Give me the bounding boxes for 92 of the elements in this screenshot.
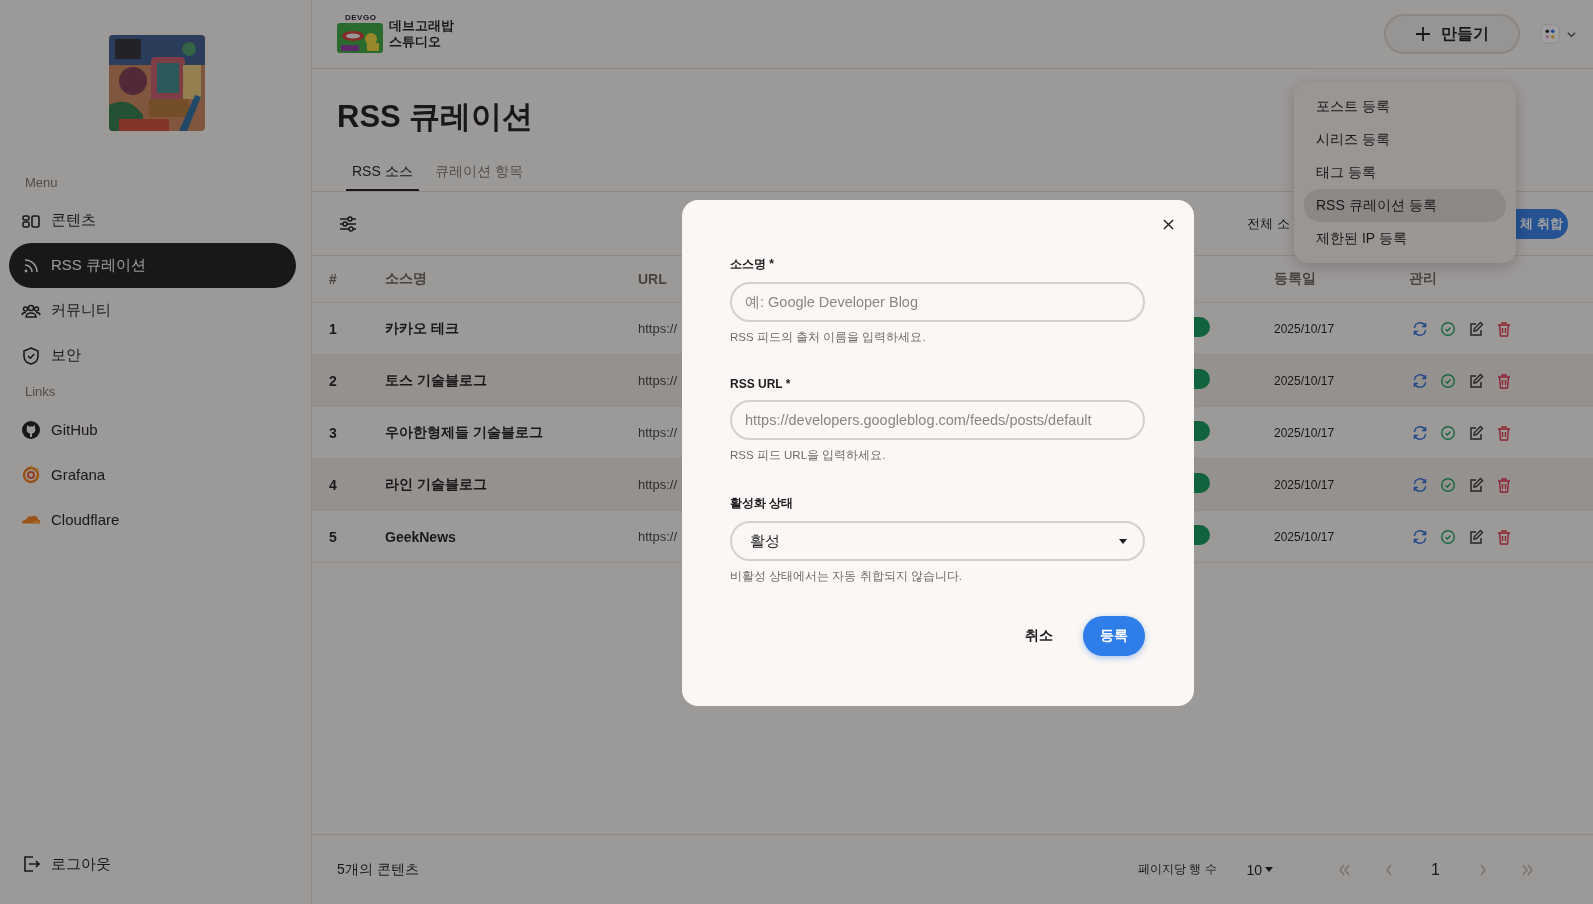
refresh-icon[interactable] <box>1412 424 1428 441</box>
column-header: 소스명 <box>385 270 427 286</box>
check-circle-icon[interactable] <box>1440 372 1456 389</box>
help-text: RSS 피드의 출처 이름을 입력하세요. <box>730 330 927 345</box>
section-label: Links <box>24 384 57 399</box>
rows-per-page-select[interactable]: 10 <box>1246 861 1274 878</box>
cloud-icon <box>21 515 41 524</box>
menu-item[interactable]: 시리즈 등록 <box>1304 123 1506 156</box>
table-cell: 카카오 테크 <box>385 319 459 336</box>
sidebar-item[interactable]: 커뮤니티 <box>9 288 296 333</box>
trash-icon[interactable] <box>1496 320 1512 337</box>
table-cell: 토스 기술블로그 <box>385 371 487 388</box>
table-cell: https:// <box>638 529 678 544</box>
table-cell: 2025/10/17 <box>1274 373 1335 388</box>
table-cell: GeekNews <box>385 528 456 545</box>
sidebar-item[interactable]: Cloudflare <box>9 497 296 542</box>
field-label: RSS URL * <box>730 377 792 391</box>
logout-icon <box>21 854 41 874</box>
table-cell: 2 <box>329 372 337 389</box>
refresh-icon[interactable] <box>1412 320 1428 337</box>
total-label: 전체 소 <box>1247 214 1290 233</box>
check-circle-icon[interactable] <box>1440 320 1456 337</box>
column-header: # <box>329 271 337 287</box>
tab[interactable]: RSS 소스 <box>346 159 419 192</box>
input-field[interactable]: https://developers.googleblog.com/feeds/posts/default <box>730 400 1145 440</box>
table-cell: 2025/10/17 <box>1274 477 1335 492</box>
edit-icon[interactable] <box>1468 476 1484 493</box>
menu-item[interactable]: 포스트 등록 <box>1304 90 1506 123</box>
field-label: 활성화 상태 <box>730 495 795 512</box>
trash-icon[interactable] <box>1496 476 1512 493</box>
sidebar-item[interactable]: RSS 큐레이션 <box>9 243 296 288</box>
check-circle-icon[interactable] <box>1440 528 1456 545</box>
table-cell: 라인 기술블로그 <box>385 475 487 492</box>
content-count: 5개의 콘텐츠 <box>337 860 419 879</box>
caret-icon <box>1119 538 1127 544</box>
refresh-icon[interactable] <box>1412 476 1428 493</box>
swirl-icon <box>21 464 41 485</box>
logout-link[interactable]: 로그아웃 <box>9 848 296 880</box>
column-header: 관리 <box>1409 270 1437 286</box>
caret-icon <box>1265 867 1274 872</box>
shield-icon <box>21 345 41 366</box>
sidebar-item[interactable]: GitHub <box>9 407 296 452</box>
table-cell: 2025/10/17 <box>1274 425 1335 440</box>
plus-icon <box>1415 26 1431 42</box>
help-text: 비활성 상태에서는 자동 취합되지 않습니다. <box>730 569 963 584</box>
trash-icon[interactable] <box>1496 372 1512 389</box>
app-switcher[interactable] <box>1540 24 1577 44</box>
logout-label: 로그아웃 <box>51 854 111 874</box>
trash-icon[interactable] <box>1496 528 1512 545</box>
brand-name: 데브고래밥 스튜디오 <box>389 18 454 50</box>
table-cell: https:// <box>638 425 678 440</box>
table-cell: https:// <box>638 477 678 492</box>
table-cell: 4 <box>329 476 337 493</box>
menu-item[interactable]: RSS 큐레이션 등록 <box>1304 189 1506 222</box>
page-title: RSS 큐레이션 <box>337 98 534 136</box>
page-number[interactable]: 1 <box>1425 860 1446 879</box>
refresh-icon[interactable] <box>1412 528 1428 545</box>
field-label: 소스명 * <box>730 256 775 273</box>
trash-icon[interactable] <box>1496 424 1512 441</box>
sidebar-item[interactable]: Grafana <box>9 452 296 497</box>
edit-icon[interactable] <box>1468 372 1484 389</box>
edit-icon[interactable] <box>1468 424 1484 441</box>
check-circle-icon[interactable] <box>1440 476 1456 493</box>
column-header: URL <box>638 271 667 287</box>
table-cell: https:// <box>638 321 678 336</box>
cancel-button[interactable]: 취소 <box>1019 626 1059 646</box>
create-button[interactable]: 만들기 <box>1384 14 1520 54</box>
menu-item[interactable]: 태그 등록 <box>1304 156 1506 189</box>
logo: DEVGO <box>337 15 383 53</box>
table-cell: 3 <box>329 424 337 441</box>
octocat-icon <box>21 419 41 440</box>
filter-icon[interactable] <box>339 214 357 233</box>
table-cell: 2025/10/17 <box>1274 321 1335 336</box>
table-cell: 1 <box>329 320 337 337</box>
column-header: 등록일 <box>1274 270 1316 286</box>
table-cell: 우아한형제들 기술블로그 <box>385 423 543 440</box>
section-label: Menu <box>24 175 59 190</box>
edit-icon[interactable] <box>1468 528 1484 545</box>
table-cell: 2025/10/17 <box>1274 529 1335 544</box>
select-field[interactable]: 활성 <box>730 521 1145 561</box>
edit-icon[interactable] <box>1468 320 1484 337</box>
sidebar-item[interactable]: 보안 <box>9 333 296 378</box>
table-cell: 5 <box>329 528 337 545</box>
help-text: RSS 피드 URL을 입력하세요. <box>730 448 887 463</box>
sidebar-item[interactable]: 콘텐츠 <box>9 198 296 243</box>
table-cell: https:// <box>638 373 678 388</box>
submit-button[interactable]: 등록 <box>1083 616 1145 656</box>
check-circle-icon[interactable] <box>1440 424 1456 441</box>
rows-per-page-label: 페이지당 행 수 <box>1137 861 1217 878</box>
close-icon[interactable] <box>1163 219 1174 230</box>
input-field[interactable]: 예: Google Developer Blog <box>730 282 1145 322</box>
refresh-icon[interactable] <box>1412 372 1428 389</box>
